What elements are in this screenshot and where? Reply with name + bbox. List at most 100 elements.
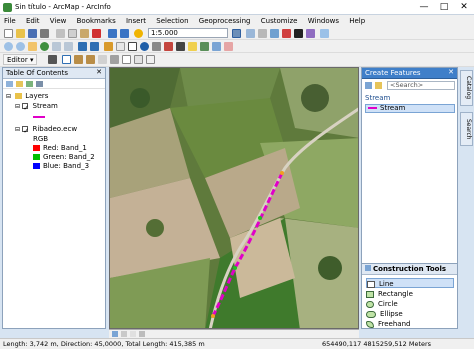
open-folder-icon[interactable] [16, 29, 25, 38]
find-icon[interactable] [152, 42, 161, 51]
split-tool-icon[interactable] [98, 55, 107, 64]
collapse-icon[interactable]: ⊟ [6, 93, 11, 100]
layers-group[interactable]: ⊟ Layers [6, 92, 48, 101]
search-window-icon[interactable] [270, 29, 279, 38]
raster-layer-row[interactable]: ⊟ ✓ Ribadeo.ecw [15, 125, 77, 135]
tool-rectangle[interactable]: Rectangle [366, 289, 413, 299]
raster-visibility-checkbox[interactable]: ✓ [22, 126, 29, 135]
tool-ellipse[interactable]: Ellipse [366, 309, 403, 319]
menu-windows[interactable]: Windows [304, 15, 343, 25]
arctoolbox-icon[interactable] [282, 29, 291, 38]
menu-insert[interactable]: Insert [122, 15, 150, 25]
vertex-marker[interactable] [211, 314, 215, 318]
edit-tool-icon[interactable] [48, 55, 57, 64]
rotate-tool-icon[interactable] [110, 55, 119, 64]
create-viewer-icon[interactable] [224, 42, 233, 51]
fixed-zoom-in-icon[interactable] [52, 42, 61, 51]
create-features-icon[interactable] [146, 55, 155, 64]
trace-tool-icon[interactable] [86, 55, 95, 64]
full-extent-icon[interactable] [40, 42, 49, 51]
menu-geoprocessing[interactable]: Geoprocessing [195, 15, 255, 25]
cut-icon[interactable] [56, 29, 65, 38]
html-popup-icon[interactable] [200, 42, 209, 51]
copy-icon[interactable] [68, 29, 77, 38]
zoom-out-icon[interactable] [16, 42, 25, 51]
vertex-marker[interactable] [258, 216, 262, 220]
pan-icon[interactable] [28, 42, 37, 51]
catalog-side-tab[interactable]: Catalog [460, 70, 473, 106]
menu-selection[interactable]: Selection [152, 15, 192, 25]
band-red-row: Red: Band_1 [33, 144, 87, 153]
attributes-icon[interactable] [122, 55, 131, 64]
menu-edit[interactable]: Edit [22, 15, 44, 25]
template-search-input[interactable]: <Search> [387, 81, 455, 90]
straight-segment-icon[interactable] [62, 55, 71, 64]
sketch-tool-icon[interactable] [74, 55, 83, 64]
list-by-selection-icon[interactable] [36, 81, 43, 87]
maximize-button[interactable]: □ [434, 0, 454, 14]
list-by-drawing-order-icon[interactable] [6, 81, 13, 87]
python-window-icon[interactable] [294, 29, 303, 38]
layout-view-icon[interactable] [121, 331, 127, 337]
zoom-in-icon[interactable] [4, 42, 13, 51]
catalog-icon[interactable] [258, 29, 267, 38]
collapse-icon[interactable]: ⊟ [15, 126, 20, 133]
aerial-imagery[interactable] [110, 68, 359, 329]
organize-templates-icon[interactable] [365, 82, 372, 89]
paste-icon[interactable] [80, 29, 89, 38]
redo-icon[interactable] [120, 29, 129, 38]
menu-view[interactable]: View [46, 15, 71, 25]
select-elements-icon[interactable] [128, 42, 137, 51]
refresh-icon[interactable] [130, 331, 136, 337]
measure-icon[interactable] [176, 42, 185, 51]
tool-line[interactable]: Line [366, 278, 454, 288]
stream-visibility-checkbox[interactable]: ✓ [22, 103, 29, 112]
list-by-source-icon[interactable] [16, 81, 23, 87]
map-display[interactable] [109, 67, 359, 329]
collapse-icon[interactable]: ⊟ [15, 103, 20, 110]
close-icon[interactable]: ✕ [96, 68, 102, 76]
menu-customize[interactable]: Customize [257, 15, 302, 25]
save-icon[interactable] [28, 29, 37, 38]
table-of-contents-icon[interactable] [246, 29, 255, 38]
go-to-xy-icon[interactable] [164, 42, 173, 51]
menu-bookmarks[interactable]: Bookmarks [73, 15, 120, 25]
pause-drawing-icon[interactable] [139, 331, 145, 337]
clear-selection-icon[interactable] [116, 42, 125, 51]
fixed-zoom-out-icon[interactable] [64, 42, 73, 51]
help-icon[interactable] [320, 29, 329, 38]
minimize-button[interactable]: — [414, 0, 434, 14]
menu-file[interactable]: File [0, 15, 20, 25]
new-document-icon[interactable] [4, 29, 13, 38]
editor-toolbar-icon[interactable] [232, 29, 241, 38]
identify-icon[interactable] [140, 42, 149, 51]
line-tool-icon [367, 280, 375, 288]
sketch-properties-icon[interactable] [134, 55, 143, 64]
tool-circle[interactable]: Circle [366, 299, 398, 309]
menu-help[interactable]: Help [345, 15, 369, 25]
close-button[interactable]: ✕ [454, 0, 474, 14]
time-slider-icon[interactable] [212, 42, 221, 51]
stream-template[interactable]: Stream [365, 104, 455, 113]
vertex-marker[interactable] [280, 171, 284, 175]
delete-icon[interactable] [92, 29, 101, 38]
filter-icon[interactable] [375, 82, 382, 89]
vertex-marker[interactable] [233, 266, 237, 270]
modelbuilder-icon[interactable] [306, 29, 315, 38]
add-data-icon[interactable] [134, 29, 143, 38]
hyperlink-icon[interactable] [188, 42, 197, 51]
select-features-icon[interactable] [104, 42, 113, 51]
list-by-visibility-icon[interactable] [26, 81, 33, 87]
back-extent-icon[interactable] [78, 42, 87, 51]
tool-freehand[interactable]: Freehand [366, 319, 410, 329]
data-view-icon[interactable] [112, 331, 118, 337]
undo-icon[interactable] [108, 29, 117, 38]
editor-menu-button[interactable]: Editor ▾ [3, 54, 38, 65]
close-icon[interactable]: ✕ [448, 68, 454, 76]
stream-layer-row[interactable]: ⊟ ✓ Stream [15, 102, 58, 112]
stream-symbol-icon[interactable] [33, 116, 45, 118]
search-side-tab[interactable]: Search [460, 112, 473, 146]
print-icon[interactable] [40, 29, 49, 38]
map-scale-input[interactable]: 1:5.000 [148, 28, 228, 38]
forward-extent-icon[interactable] [90, 42, 99, 51]
